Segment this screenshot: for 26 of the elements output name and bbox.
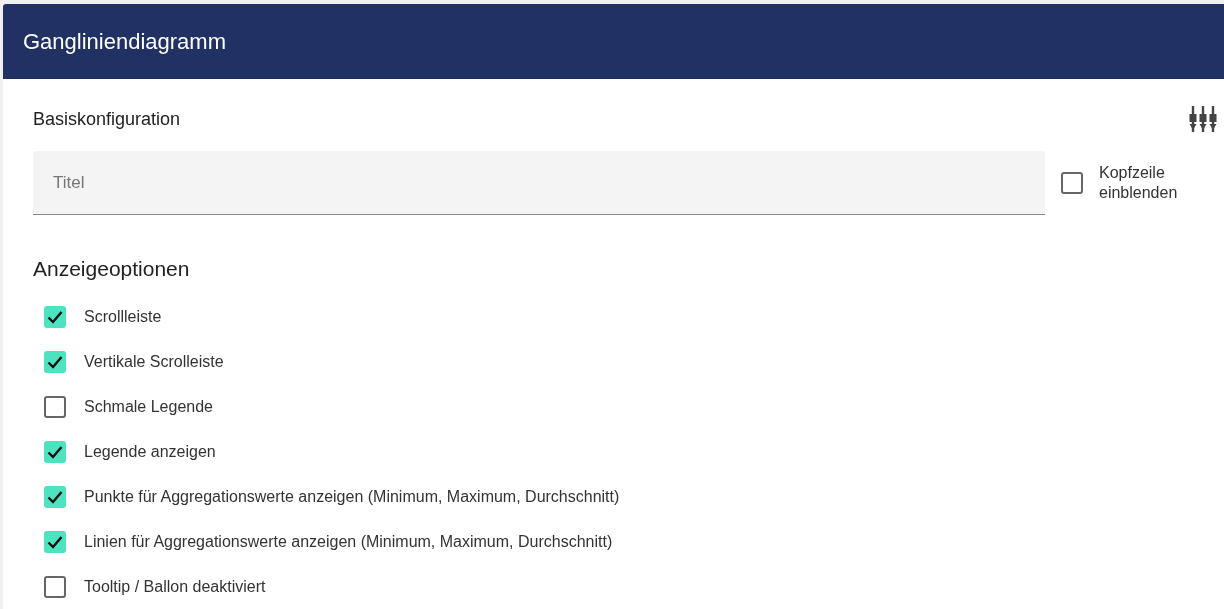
checkbox[interactable] xyxy=(44,306,66,328)
checkbox[interactable] xyxy=(44,441,66,463)
checkbox-label: Kopfzeile einblenden xyxy=(1099,163,1179,203)
checkmark-icon xyxy=(47,490,63,504)
checkmark-icon xyxy=(47,355,63,369)
section-title: Basiskonfiguration xyxy=(33,107,181,131)
section-title: Anzeigeoptionen xyxy=(33,256,191,282)
option-label: Scrollleiste xyxy=(84,307,162,327)
checkmark-icon xyxy=(47,445,63,459)
sliders-icon[interactable] xyxy=(1188,105,1218,133)
option-label: Punkte für Aggregationswerte anzeigen (Minimum, Maximum, Durchschnitt) xyxy=(84,487,620,507)
checkbox[interactable] xyxy=(44,576,66,598)
checkbox[interactable] xyxy=(44,531,66,553)
option-label: Tooltip / Ballon deaktiviert xyxy=(84,577,266,597)
checkmark-icon xyxy=(47,535,63,549)
option-label: Legende anzeigen xyxy=(84,442,216,462)
checkbox[interactable] xyxy=(44,486,66,508)
checkbox[interactable] xyxy=(1061,172,1083,194)
header-title: Gangliniendiagramm xyxy=(23,28,226,56)
option-label: Linien für Aggregationswerte anzeigen (Minimum, Maximum, Durchschnitt) xyxy=(84,532,613,552)
option-label: Schmale Legende xyxy=(84,397,213,417)
option-label: Vertikale Scrolleiste xyxy=(84,352,224,372)
checkmark-icon xyxy=(47,310,63,324)
checkbox[interactable] xyxy=(44,351,66,373)
title-field[interactable]: Titel xyxy=(33,151,1045,215)
checkbox[interactable] xyxy=(44,396,66,418)
